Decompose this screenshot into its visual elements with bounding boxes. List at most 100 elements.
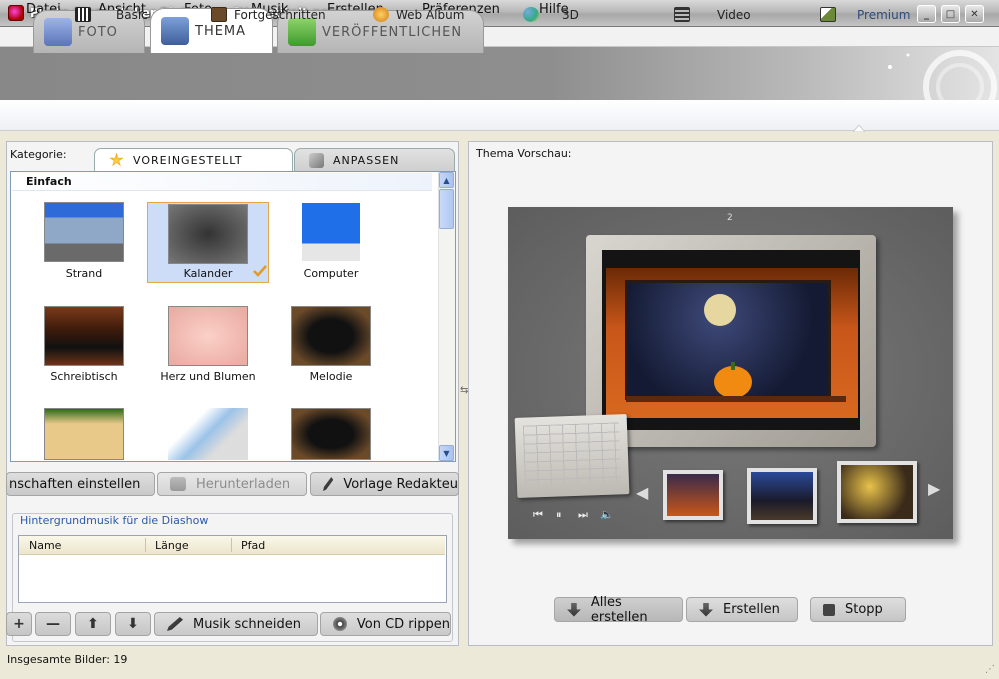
theme-label-herz-und-blumen: Herz und Blumen bbox=[160, 370, 256, 383]
pencil-icon bbox=[323, 477, 334, 491]
slide-number: 2 bbox=[727, 213, 733, 223]
briefcase-icon bbox=[211, 7, 227, 22]
theme-thumb-schreibtisch[interactable] bbox=[44, 306, 124, 366]
theme-label-kalander: Kalander bbox=[183, 267, 233, 280]
scroll-thumb[interactable] bbox=[439, 189, 454, 229]
subtab-fortgeschritten[interactable]: Fortgeschritten bbox=[211, 7, 326, 22]
premium-icon bbox=[820, 7, 836, 22]
pumpkin-image bbox=[714, 362, 752, 398]
piano-icon bbox=[75, 7, 91, 22]
stop-icon bbox=[823, 603, 835, 616]
theme-thumb-kalander[interactable] bbox=[168, 204, 248, 264]
rip-cd-button[interactable]: Von CD rippen bbox=[320, 612, 451, 636]
carousel-thumb-1[interactable] bbox=[663, 470, 723, 520]
tab-voreingestellt-label: Voreingestellt bbox=[133, 153, 243, 167]
active-subtab-pointer bbox=[853, 125, 865, 132]
carousel-prev-icon[interactable]: ◀ bbox=[636, 483, 648, 502]
status-text: Insgesamte Bilder: 19 bbox=[7, 653, 128, 666]
star-icon bbox=[109, 152, 124, 167]
cd-icon bbox=[333, 617, 347, 631]
globe-icon bbox=[373, 7, 389, 22]
subtab-video-label: Video bbox=[717, 7, 751, 22]
tab-voreingestellt[interactable]: Voreingestellt bbox=[94, 148, 293, 171]
theme-thumb-row3-1[interactable] bbox=[44, 408, 124, 460]
cut-music-label: Musik schneiden bbox=[193, 616, 301, 632]
scroll-down-icon[interactable]: ▼ bbox=[439, 445, 454, 461]
download-button[interactable]: Herunterladen bbox=[157, 472, 307, 496]
col-name[interactable]: Name bbox=[29, 539, 61, 552]
download-icon bbox=[170, 477, 186, 491]
download-button-label: Herunterladen bbox=[196, 476, 291, 492]
scroll-up-icon[interactable]: ▲ bbox=[439, 172, 454, 188]
theme-thumb-row3-3[interactable] bbox=[291, 408, 371, 460]
theme-thumb-computer[interactable] bbox=[302, 203, 360, 261]
move-down-icon[interactable]: ⬇ bbox=[115, 612, 151, 636]
photo-icon bbox=[44, 18, 72, 46]
subtab-web-album-label: Web Album bbox=[396, 7, 465, 22]
preview-calendar bbox=[514, 414, 630, 498]
music-table-header: Name Länge Pfad bbox=[19, 536, 445, 555]
subtab-3d-label: 3D bbox=[562, 7, 579, 22]
resize-grip-icon[interactable]: ⋰ bbox=[985, 664, 995, 675]
pencil-icon bbox=[167, 617, 183, 631]
create-button[interactable]: Erstellen bbox=[686, 597, 798, 622]
subtab-web-album[interactable]: Web Album bbox=[373, 7, 464, 22]
molecule-icon bbox=[523, 7, 539, 22]
theme-label-melodie: Melodie bbox=[309, 370, 353, 383]
preview-label: Thema Vorschau: bbox=[476, 147, 572, 160]
theme-label-schreibtisch: Schreibtisch bbox=[50, 370, 118, 383]
remove-music-button[interactable]: — bbox=[35, 612, 71, 636]
theme-label-strand: Strand bbox=[65, 267, 103, 280]
pause-icon[interactable]: ⏸ bbox=[556, 508, 562, 522]
stop-button[interactable]: Stopp bbox=[810, 597, 906, 622]
move-up-icon[interactable]: ⬆ bbox=[75, 612, 111, 636]
subtab-fortgeschritten-label: Fortgeschritten bbox=[234, 7, 326, 22]
theme-thumb-melodie[interactable] bbox=[291, 306, 371, 366]
calendar-grid bbox=[522, 422, 621, 486]
col-laenge[interactable]: Länge bbox=[155, 539, 189, 552]
gallery-group-header: Einfach bbox=[12, 173, 432, 191]
close-button[interactable]: ✕ bbox=[965, 5, 984, 23]
carousel-next-icon[interactable]: ▶ bbox=[928, 479, 940, 498]
rip-cd-label: Von CD rippen bbox=[356, 616, 450, 632]
cut-music-button[interactable]: Musik schneiden bbox=[154, 612, 318, 636]
moon-image bbox=[704, 294, 736, 326]
template-editor-button-label: Vorlage Redakteu bbox=[343, 476, 458, 492]
col-pfad[interactable]: Pfad bbox=[241, 539, 265, 552]
template-editor-button[interactable]: Vorlage Redakteu bbox=[310, 472, 459, 496]
add-music-button[interactable]: + bbox=[6, 612, 32, 636]
stop-label: Stopp bbox=[845, 602, 883, 617]
subtab-basic-label: Basic bbox=[116, 7, 148, 22]
theme-thumb-row3-2[interactable] bbox=[168, 408, 248, 460]
subtab-premium[interactable]: Premium bbox=[820, 7, 910, 22]
carousel-thumb-2[interactable] bbox=[747, 468, 817, 524]
properties-button-label: nschaften einstellen bbox=[9, 476, 141, 492]
theme-thumb-herz-und-blumen[interactable] bbox=[168, 306, 248, 366]
minimize-button[interactable]: _ bbox=[917, 5, 936, 23]
wrench-icon bbox=[309, 152, 324, 168]
maximize-button[interactable]: □ bbox=[941, 5, 960, 23]
tab-foto-label: Foto bbox=[78, 24, 118, 40]
main-tab-band bbox=[0, 47, 999, 100]
volume-icon[interactable]: 🔈 bbox=[600, 508, 614, 521]
theme-thumb-strand[interactable] bbox=[44, 202, 124, 262]
theme-label-computer: Computer bbox=[303, 267, 359, 280]
prev-track-icon[interactable]: ⏮ bbox=[533, 508, 543, 522]
subtab-basic[interactable]: Basic bbox=[75, 7, 148, 22]
subtab-video[interactable]: Video bbox=[674, 7, 751, 22]
create-all-icon bbox=[567, 602, 581, 617]
col-divider bbox=[145, 538, 146, 552]
create-all-button[interactable]: Alles erstellen bbox=[554, 595, 683, 625]
preview-shelf bbox=[626, 396, 846, 402]
create-arrow-icon bbox=[699, 602, 713, 617]
properties-button[interactable]: nschaften einstellen bbox=[6, 472, 155, 496]
app-icon[interactable] bbox=[8, 5, 24, 21]
tab-veroeffentlichen-label: Veröffentlichen bbox=[322, 24, 463, 40]
next-track-icon[interactable]: ⏭ bbox=[578, 508, 588, 522]
tab-anpassen[interactable]: Anpassen bbox=[294, 148, 455, 171]
category-label: Kategorie: bbox=[10, 148, 67, 161]
subtab-3d[interactable]: 3D bbox=[523, 7, 579, 22]
carousel-thumb-3[interactable] bbox=[837, 461, 917, 523]
subtab-premium-label: Premium bbox=[857, 7, 911, 22]
tab-anpassen-label: Anpassen bbox=[333, 153, 400, 167]
